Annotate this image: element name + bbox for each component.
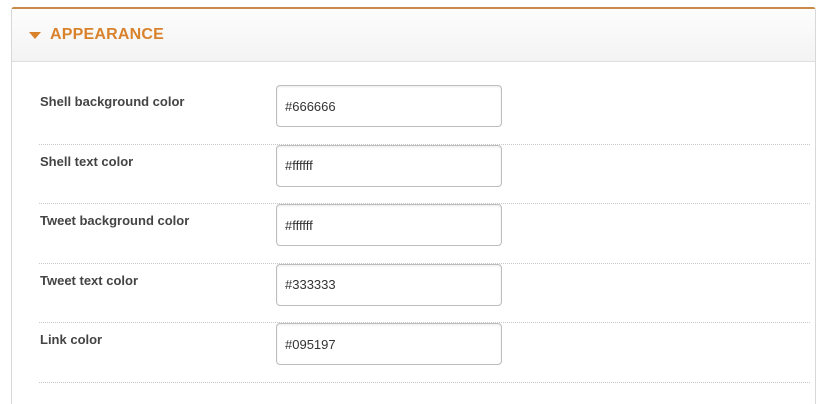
appearance-panel: APPEARANCE Shell background color Shell … [11,7,816,404]
link-color-input[interactable] [276,323,502,365]
field-label: Shell text color [40,153,134,169]
field-row-shell-text-color: Shell text color [39,144,810,204]
field-label: Shell background color [40,94,185,109]
field-label: Link color [40,332,103,347]
section-title: APPEARANCE [50,26,165,43]
field-row-link-color: Link color [39,323,810,383]
tweet-text-color-input[interactable] [276,263,502,306]
field-label: Tweet background color [40,213,190,228]
shell-text-color-input[interactable] [276,144,502,187]
appearance-section-header[interactable]: APPEARANCE [12,9,815,62]
settings-page: APPEARANCE Shell background color Shell … [0,0,827,404]
field-label: Tweet text color [40,272,139,288]
shell-background-color-input[interactable] [276,85,502,127]
tweet-background-color-input[interactable] [276,204,502,246]
field-row-tweet-text-color: Tweet text color [39,263,810,323]
field-row-shell-background-color: Shell background color [39,85,810,145]
field-row-tweet-background-color: Tweet background color [39,204,810,264]
triangle-down-icon[interactable] [29,32,41,39]
appearance-fields: Shell background color Shell text color … [39,85,810,383]
